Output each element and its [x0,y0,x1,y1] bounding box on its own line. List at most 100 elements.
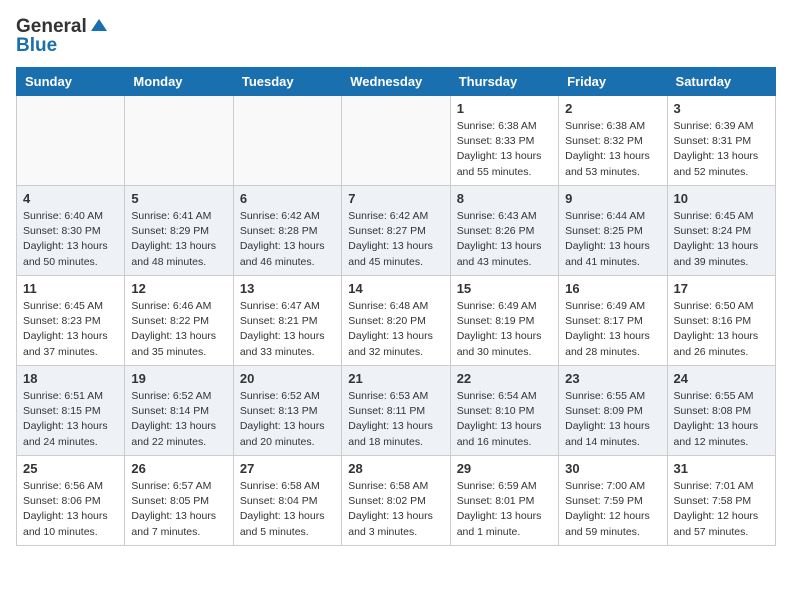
calendar-cell: 24 Sunrise: 6:55 AMSunset: 8:08 PMDayligh… [667,366,775,456]
calendar-cell: 21 Sunrise: 6:53 AMSunset: 8:11 PMDayligh… [342,366,450,456]
day-number: 12 [131,281,226,296]
day-number: 13 [240,281,335,296]
logo-icon [89,17,109,37]
week-row-1: 1 Sunrise: 6:38 AMSunset: 8:33 PMDaylight… [17,96,776,186]
day-detail: Sunrise: 6:42 AMSunset: 8:28 PMDaylight:… [240,209,335,270]
header: General Blue [16,16,776,57]
day-detail: Sunrise: 6:50 AMSunset: 8:16 PMDaylight:… [674,299,769,360]
calendar-cell: 6 Sunrise: 6:42 AMSunset: 8:28 PMDaylight… [233,186,341,276]
calendar-cell: 19 Sunrise: 6:52 AMSunset: 8:14 PMDayligh… [125,366,233,456]
day-number: 24 [674,371,769,386]
week-row-4: 18Sunrise: 6:51 AMSunset: 8:15 PMDayligh… [17,366,776,456]
day-detail: Sunrise: 6:46 AMSunset: 8:22 PMDaylight:… [131,299,226,360]
day-detail: Sunrise: 6:45 AMSunset: 8:23 PMDaylight:… [23,299,118,360]
calendar-cell [342,96,450,186]
day-number: 20 [240,371,335,386]
calendar-cell: 31Sunrise: 7:01 AMSunset: 7:58 PMDayligh… [667,456,775,546]
calendar-header-row: SundayMondayTuesdayWednesdayThursdayFrid… [17,68,776,96]
day-number: 31 [674,461,769,476]
day-detail: Sunrise: 6:41 AMSunset: 8:29 PMDaylight:… [131,209,226,270]
calendar-cell [233,96,341,186]
day-number: 5 [131,191,226,206]
calendar-cell: 11Sunrise: 6:45 AMSunset: 8:23 PMDayligh… [17,276,125,366]
day-number: 14 [348,281,443,296]
day-detail: Sunrise: 6:58 AMSunset: 8:04 PMDaylight:… [240,479,335,540]
day-detail: Sunrise: 6:55 AMSunset: 8:08 PMDaylight:… [674,389,769,450]
day-number: 18 [23,371,118,386]
calendar-cell: 8 Sunrise: 6:43 AMSunset: 8:26 PMDaylight… [450,186,558,276]
day-number: 26 [131,461,226,476]
day-number: 30 [565,461,660,476]
day-detail: Sunrise: 6:52 AMSunset: 8:13 PMDaylight:… [240,389,335,450]
day-detail: Sunrise: 6:54 AMSunset: 8:10 PMDaylight:… [457,389,552,450]
calendar-cell: 18Sunrise: 6:51 AMSunset: 8:15 PMDayligh… [17,366,125,456]
column-header-friday: Friday [559,68,667,96]
calendar-cell: 30 Sunrise: 7:00 AMSunset: 7:59 PMDayligh… [559,456,667,546]
day-detail: Sunrise: 6:52 AMSunset: 8:14 PMDaylight:… [131,389,226,450]
logo: General Blue [16,16,109,57]
day-number: 22 [457,371,552,386]
calendar-cell: 1 Sunrise: 6:38 AMSunset: 8:33 PMDaylight… [450,96,558,186]
day-detail: Sunrise: 6:38 AMSunset: 8:33 PMDaylight:… [457,119,552,180]
day-number: 3 [674,101,769,116]
day-detail: Sunrise: 6:40 AMSunset: 8:30 PMDaylight:… [23,209,118,270]
day-number: 16 [565,281,660,296]
calendar-cell: 10 Sunrise: 6:45 AMSunset: 8:24 PMDayligh… [667,186,775,276]
calendar-cell: 4Sunrise: 6:40 AMSunset: 8:30 PMDaylight… [17,186,125,276]
column-header-monday: Monday [125,68,233,96]
calendar-cell [17,96,125,186]
day-number: 15 [457,281,552,296]
column-header-thursday: Thursday [450,68,558,96]
day-detail: Sunrise: 6:47 AMSunset: 8:21 PMDaylight:… [240,299,335,360]
day-number: 29 [457,461,552,476]
day-detail: Sunrise: 6:44 AMSunset: 8:25 PMDaylight:… [565,209,660,270]
calendar-cell: 9 Sunrise: 6:44 AMSunset: 8:25 PMDaylight… [559,186,667,276]
day-number: 8 [457,191,552,206]
day-number: 10 [674,191,769,206]
day-detail: Sunrise: 6:42 AMSunset: 8:27 PMDaylight:… [348,209,443,270]
calendar-cell: 17 Sunrise: 6:50 AMSunset: 8:16 PMDayligh… [667,276,775,366]
day-number: 21 [348,371,443,386]
day-number: 25 [23,461,118,476]
day-detail: Sunrise: 6:53 AMSunset: 8:11 PMDaylight:… [348,389,443,450]
day-detail: Sunrise: 7:00 AMSunset: 7:59 PMDaylight:… [565,479,660,540]
calendar-cell: 12 Sunrise: 6:46 AMSunset: 8:22 PMDayligh… [125,276,233,366]
day-detail: Sunrise: 6:57 AMSunset: 8:05 PMDaylight:… [131,479,226,540]
day-number: 28 [348,461,443,476]
day-number: 27 [240,461,335,476]
day-number: 7 [348,191,443,206]
calendar-cell: 16 Sunrise: 6:49 AMSunset: 8:17 PMDayligh… [559,276,667,366]
calendar-cell: 7 Sunrise: 6:42 AMSunset: 8:27 PMDaylight… [342,186,450,276]
day-detail: Sunrise: 6:38 AMSunset: 8:32 PMDaylight:… [565,119,660,180]
day-number: 6 [240,191,335,206]
calendar-cell [125,96,233,186]
week-row-3: 11Sunrise: 6:45 AMSunset: 8:23 PMDayligh… [17,276,776,366]
day-number: 9 [565,191,660,206]
calendar-cell: 3 Sunrise: 6:39 AMSunset: 8:31 PMDaylight… [667,96,775,186]
day-detail: Sunrise: 6:39 AMSunset: 8:31 PMDaylight:… [674,119,769,180]
calendar-cell: 20 Sunrise: 6:52 AMSunset: 8:13 PMDayligh… [233,366,341,456]
column-header-sunday: Sunday [17,68,125,96]
day-number: 2 [565,101,660,116]
column-header-tuesday: Tuesday [233,68,341,96]
day-detail: Sunrise: 6:43 AMSunset: 8:26 PMDaylight:… [457,209,552,270]
column-header-wednesday: Wednesday [342,68,450,96]
calendar-cell: 2 Sunrise: 6:38 AMSunset: 8:32 PMDaylight… [559,96,667,186]
logo-text-blue: Blue [16,35,57,57]
day-detail: Sunrise: 6:55 AMSunset: 8:09 PMDaylight:… [565,389,660,450]
calendar-cell: 13 Sunrise: 6:47 AMSunset: 8:21 PMDayligh… [233,276,341,366]
day-detail: Sunrise: 6:49 AMSunset: 8:19 PMDaylight:… [457,299,552,360]
calendar-table: SundayMondayTuesdayWednesdayThursdayFrid… [16,67,776,546]
day-number: 1 [457,101,552,116]
week-row-2: 4Sunrise: 6:40 AMSunset: 8:30 PMDaylight… [17,186,776,276]
day-number: 23 [565,371,660,386]
day-number: 19 [131,371,226,386]
column-header-saturday: Saturday [667,68,775,96]
calendar-cell: 28 Sunrise: 6:58 AMSunset: 8:02 PMDayligh… [342,456,450,546]
day-detail: Sunrise: 6:58 AMSunset: 8:02 PMDaylight:… [348,479,443,540]
day-detail: Sunrise: 6:45 AMSunset: 8:24 PMDaylight:… [674,209,769,270]
calendar-cell: 22 Sunrise: 6:54 AMSunset: 8:10 PMDayligh… [450,366,558,456]
day-detail: Sunrise: 6:48 AMSunset: 8:20 PMDaylight:… [348,299,443,360]
day-number: 17 [674,281,769,296]
day-detail: Sunrise: 6:49 AMSunset: 8:17 PMDaylight:… [565,299,660,360]
